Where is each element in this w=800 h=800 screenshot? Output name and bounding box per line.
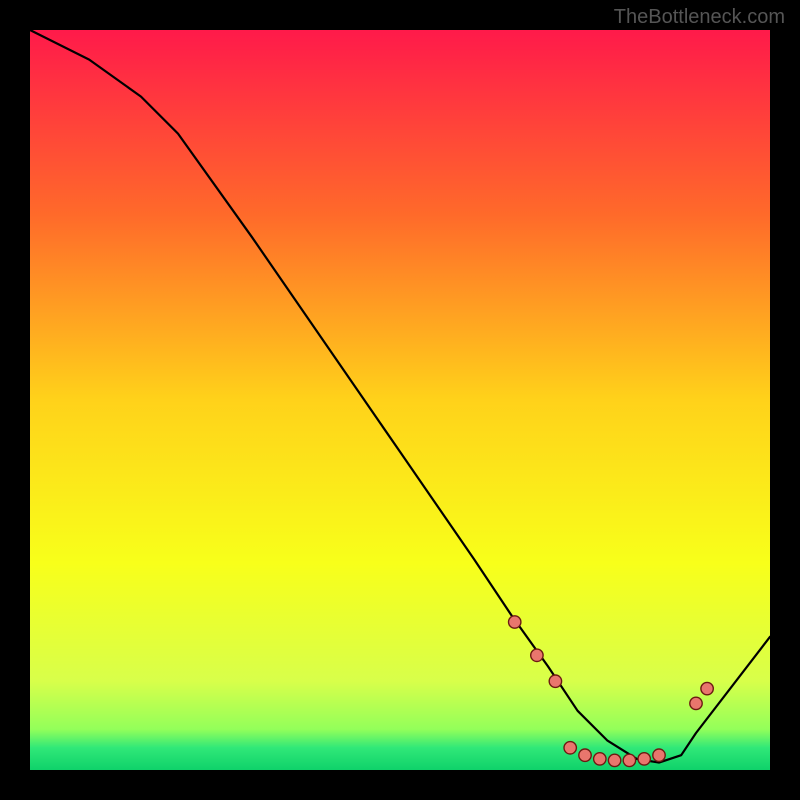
chart-container: TheBottleneck.com bbox=[0, 0, 800, 800]
data-point bbox=[579, 749, 591, 761]
data-point bbox=[531, 649, 543, 661]
data-point bbox=[594, 753, 606, 765]
data-point bbox=[690, 697, 702, 709]
plot-area bbox=[30, 30, 770, 770]
data-point bbox=[653, 749, 665, 761]
gradient-background bbox=[30, 30, 770, 770]
watermark-text: TheBottleneck.com bbox=[614, 6, 785, 29]
data-point bbox=[701, 682, 713, 694]
chart-svg bbox=[30, 30, 770, 770]
data-point bbox=[623, 754, 635, 766]
data-point bbox=[608, 754, 620, 766]
data-point bbox=[509, 616, 521, 628]
data-point bbox=[564, 742, 576, 754]
data-point bbox=[638, 753, 650, 765]
data-point bbox=[549, 675, 561, 687]
